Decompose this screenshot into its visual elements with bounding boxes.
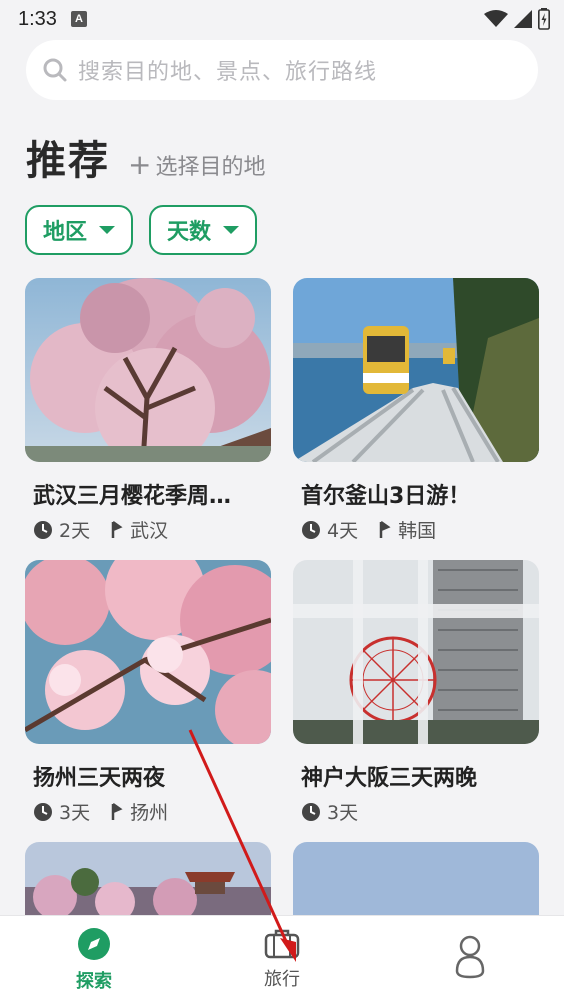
compass-icon	[78, 928, 110, 960]
choose-destination-label: 选择目的地	[155, 155, 266, 180]
trip-card-image	[25, 842, 271, 915]
trip-card-image	[293, 560, 539, 744]
chevron-down-icon	[99, 226, 116, 234]
trip-card[interactable]	[25, 842, 271, 915]
filter-region[interactable]: 地区	[25, 205, 134, 255]
search-icon	[43, 58, 67, 82]
profile-icon	[455, 935, 485, 979]
clock-icon	[34, 520, 52, 539]
trip-card-image	[293, 278, 539, 462]
clock-icon	[302, 802, 320, 821]
search-input[interactable]: 搜索目的地、景点、旅行路线	[26, 40, 538, 100]
suitcase-icon	[264, 929, 300, 959]
wifi-icon	[484, 10, 508, 27]
trip-card-meta: 4天 韩国	[301, 516, 539, 543]
trip-card-days: 3天	[59, 802, 91, 824]
filter-days-label: 天数	[167, 220, 212, 245]
filter-days[interactable]: 天数	[149, 205, 258, 255]
location-flag-icon	[111, 802, 123, 820]
battery-icon	[538, 8, 550, 30]
trip-card-place: 扬州	[130, 802, 169, 824]
chevron-down-icon	[223, 226, 240, 234]
trip-card[interactable]: 扬州三天两夜 3天 扬州	[25, 560, 271, 825]
trip-card-days: 2天	[59, 520, 91, 542]
status-bar: 1:33 A	[0, 0, 564, 38]
nav-explore[interactable]: 探索	[0, 916, 188, 1004]
nav-travel-label: 旅行	[264, 969, 300, 990]
filter-region-label: 地区	[43, 220, 88, 245]
trip-card-place: 武汉	[130, 520, 169, 542]
trip-card-days: 3天	[327, 802, 359, 824]
trip-card-meta: 2天 武汉	[33, 516, 271, 543]
trip-card[interactable]: 武汉三月樱花季周… 2天 武汉	[25, 278, 271, 543]
status-time: 1:33	[18, 7, 57, 30]
trip-card-days: 4天	[327, 520, 359, 542]
plus-icon: +	[128, 148, 152, 181]
bottom-nav: 探索 旅行	[0, 915, 564, 1004]
section-header: 推荐 + 选择目的地	[26, 128, 265, 186]
clock-icon	[34, 802, 52, 821]
page-title: 推荐	[26, 138, 110, 184]
trip-card-meta: 3天 扬州	[33, 798, 271, 825]
trip-card-meta: 3天	[301, 798, 539, 825]
trip-card-title: 扬州三天两夜	[33, 766, 166, 791]
status-icons	[484, 8, 550, 30]
trip-card-title: 武汉三月樱花季周…	[33, 484, 232, 509]
notification-icon: A	[70, 11, 87, 27]
trip-card-image	[293, 842, 539, 915]
choose-destination-button[interactable]: + 选择目的地	[128, 149, 265, 181]
trip-card-title: 神户大阪三天两晚	[301, 766, 478, 791]
trip-card-image	[25, 560, 271, 744]
trip-card[interactable]: 首尔釜山3日游！ 4天 韩国	[293, 278, 539, 543]
nav-explore-label: 探索	[76, 971, 112, 992]
trip-card[interactable]	[293, 842, 539, 915]
trip-card-title: 首尔釜山3日游！	[301, 484, 471, 509]
clock-icon	[302, 520, 320, 539]
filter-bar: 地区 天数	[25, 205, 258, 255]
signal-icon	[514, 10, 532, 28]
location-flag-icon	[111, 520, 123, 538]
location-flag-icon	[379, 520, 391, 538]
nav-travel[interactable]: 旅行	[188, 916, 376, 1004]
search-placeholder: 搜索目的地、景点、旅行路线	[78, 60, 378, 85]
nav-profile[interactable]	[376, 916, 564, 1004]
trip-card-place: 韩国	[398, 520, 437, 542]
trip-card[interactable]: 神户大阪三天两晚 3天	[293, 560, 539, 825]
trip-card-image	[25, 278, 271, 462]
